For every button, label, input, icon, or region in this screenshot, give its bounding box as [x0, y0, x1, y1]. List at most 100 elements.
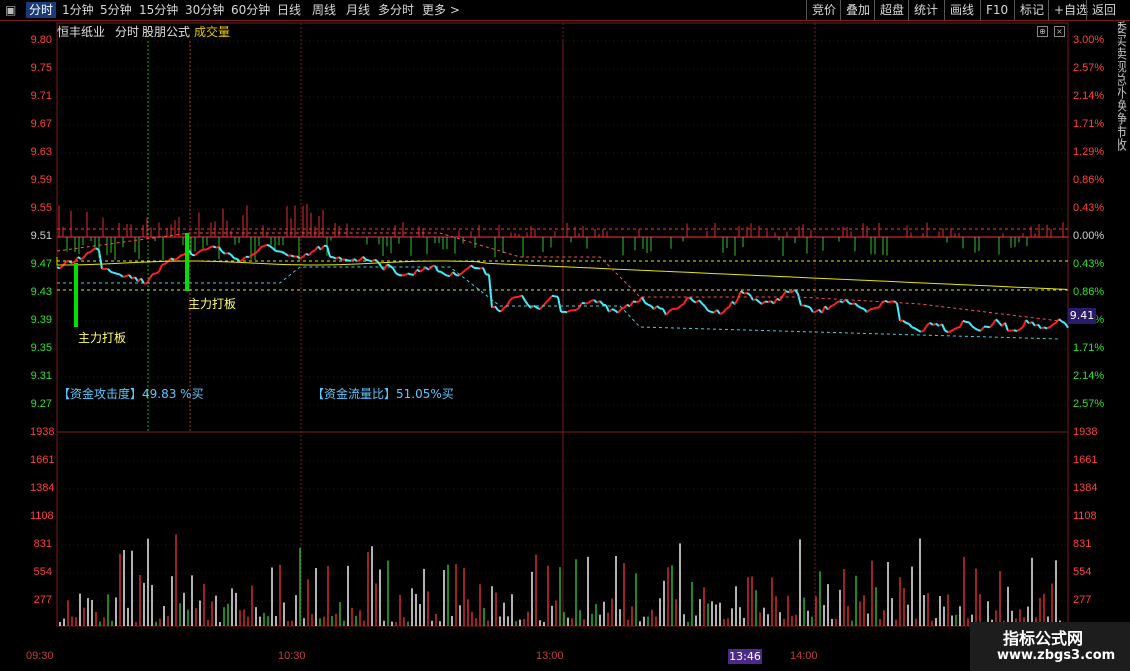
btn-super[interactable]: 超盘 [874, 0, 909, 20]
tab-multi-intraday[interactable]: 多分时 [378, 2, 414, 18]
price-line-seg [228, 253, 231, 255]
price-line-seg [489, 275, 492, 308]
price-line-seg [618, 309, 621, 313]
current-price-badge: 9.41 [1068, 308, 1096, 324]
price-tick: 9.27 [30, 398, 52, 410]
btn-auction[interactable]: 竞价 [806, 0, 841, 20]
price-line-seg [1047, 327, 1050, 328]
price-line-seg [390, 266, 393, 269]
price-line-seg [510, 298, 513, 300]
price-line-seg [567, 311, 570, 312]
price-line-seg [558, 297, 561, 312]
btn-back[interactable]: 返回 [1086, 0, 1121, 20]
tab-60min[interactable]: 60分钟 [231, 2, 270, 18]
btn-stats[interactable]: 统计 [908, 0, 943, 20]
percent-tick: 1.29% [1073, 146, 1104, 158]
volume-tick: 554 [30, 566, 52, 578]
price-line-seg [786, 291, 789, 292]
price-line-seg [1020, 327, 1023, 329]
price-line-seg [1014, 330, 1017, 331]
price-line-seg [648, 305, 651, 306]
btn-draw[interactable]: 画线 [944, 0, 979, 20]
btn-f10[interactable]: F10 [980, 0, 1013, 20]
tab-1min[interactable]: 1分钟 [62, 2, 94, 18]
price-line-seg [837, 301, 840, 302]
price-line-seg [552, 296, 555, 297]
price-line-seg [867, 309, 870, 312]
price-line-seg [912, 327, 915, 328]
price-line-seg [969, 322, 972, 326]
price-line-seg [699, 300, 702, 303]
close-panel-icon[interactable]: × [1054, 26, 1065, 37]
volume-tick: 1384 [30, 482, 52, 494]
price-line-seg [222, 252, 225, 254]
price-line-seg [177, 256, 180, 259]
price-line-seg [201, 249, 204, 250]
price-line-seg [927, 323, 930, 326]
price-line-seg [702, 303, 705, 306]
price-line-seg [1062, 322, 1065, 324]
tab-5min[interactable]: 5分钟 [100, 2, 132, 18]
price-line-seg [66, 261, 69, 262]
btn-mark[interactable]: 标记 [1014, 0, 1049, 20]
price-tick: 9.47 [30, 258, 52, 270]
price-line-seg [828, 306, 831, 309]
cursor-time-badge: 13:46 [728, 649, 762, 664]
price-line-seg [630, 302, 633, 307]
tab-monthly[interactable]: 月线 [346, 2, 370, 18]
time-label-1030: 10:30 [278, 650, 306, 662]
tab-30min[interactable]: 30分钟 [185, 2, 224, 18]
price-line-seg [1032, 322, 1035, 326]
tab-more[interactable]: 更多 > [422, 2, 460, 18]
price-line-seg [669, 309, 672, 311]
price-line-seg [780, 295, 783, 300]
price-line-seg [417, 270, 420, 272]
price-line-seg [273, 249, 276, 252]
tab-intraday[interactable]: 分时 [26, 2, 56, 18]
price-line-seg [750, 295, 753, 300]
price-line-seg [339, 257, 342, 259]
volume-tick: 1108 [1073, 510, 1097, 522]
price-line-seg [963, 321, 966, 322]
price-line-seg [930, 323, 933, 325]
price-line-seg [333, 257, 336, 258]
price-line-seg [684, 298, 687, 304]
price-line-seg [960, 321, 963, 327]
zoom-icon[interactable]: ⊕ [1037, 26, 1048, 37]
intraday-chart-svg[interactable] [0, 21, 1130, 650]
percent-tick: 2.14% [1073, 90, 1104, 102]
percent-tick: 1.71% [1073, 118, 1104, 130]
chart-tab-label: 分时 [115, 23, 139, 40]
btn-overlay[interactable]: 叠加 [840, 0, 875, 20]
price-line-seg [951, 329, 954, 331]
price-line-seg [720, 313, 723, 314]
volume-tick: 277 [1073, 594, 1091, 606]
price-line-seg [159, 265, 162, 272]
price-line-seg [942, 324, 945, 331]
chart-area[interactable]: 恒丰纸业 分时 股朋公式 成交量 ⊕ × 9.809.759.719.679.6… [0, 21, 1130, 650]
price-line-seg [996, 319, 999, 322]
volume-tick: 1938 [1073, 426, 1097, 438]
menu-icon[interactable]: ▣ [5, 2, 16, 18]
price-line-seg [528, 305, 531, 308]
price-line-seg [816, 310, 819, 312]
volume-tick: 1108 [30, 510, 52, 522]
price-line-seg [879, 303, 882, 308]
tab-daily[interactable]: 日线 [277, 2, 301, 18]
stock-name: 恒丰纸业 [57, 23, 105, 40]
price-line-seg [516, 297, 519, 298]
percent-tick: 2.57% [1073, 62, 1104, 74]
price-line-seg [849, 303, 852, 304]
tab-weekly[interactable]: 周线 [312, 2, 336, 18]
price-line-seg [441, 272, 444, 274]
tab-15min[interactable]: 15分钟 [139, 2, 178, 18]
price-line-seg [258, 247, 261, 251]
price-line-seg [924, 325, 927, 330]
price-line-seg [1005, 323, 1008, 331]
price-line-seg [285, 254, 288, 256]
price-line-seg [1050, 324, 1053, 327]
price-line-seg [990, 324, 993, 327]
price-tick: 9.75 [30, 62, 52, 74]
volume-tick: 554 [1073, 566, 1091, 578]
price-line-seg [1017, 329, 1020, 331]
